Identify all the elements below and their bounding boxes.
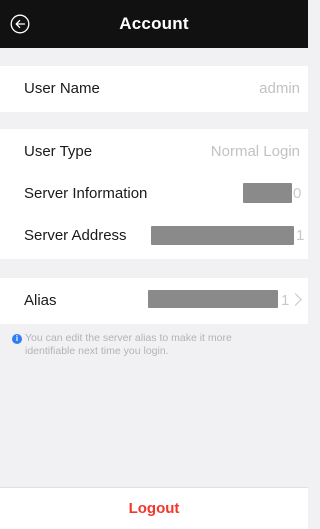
user-name-row: User Name admin (0, 66, 308, 112)
navigation-bar: Account (0, 0, 308, 48)
chevron-right-icon (289, 293, 302, 306)
server-address-value-tail: 1 (296, 227, 305, 244)
alias-label: Alias (24, 292, 57, 309)
logout-button[interactable]: Logout (0, 487, 308, 529)
server-address-label: Server Address (24, 227, 127, 244)
page-title: Account (119, 14, 189, 33)
user-name-value: admin (259, 80, 300, 97)
info-icon: i (12, 334, 22, 344)
redacted-alias (148, 290, 278, 308)
user-name-label: User Name (24, 80, 100, 97)
hint-line-2: identifiable next time you login. (25, 345, 169, 357)
user-type-row: User Type Normal Login (0, 129, 308, 175)
redacted-server-information (243, 183, 292, 203)
server-address-row: Server Address 1 (0, 213, 308, 259)
server-information-value-tail: 0 (293, 185, 302, 202)
redacted-server-address (151, 226, 294, 245)
server-information-label: Server Information (24, 185, 148, 202)
hint-line-1: You can edit the server alias to make it… (25, 332, 232, 344)
alias-value-tail: 1 (281, 292, 290, 309)
alias-row[interactable]: Alias 1 (0, 278, 308, 324)
user-type-label: User Type (24, 143, 93, 160)
server-information-row: Server Information 0 (0, 171, 308, 217)
user-type-value: Normal Login (210, 143, 300, 160)
alias-hint: i You can edit the server alias to make i… (12, 332, 296, 358)
logout-label: Logout (128, 500, 180, 517)
